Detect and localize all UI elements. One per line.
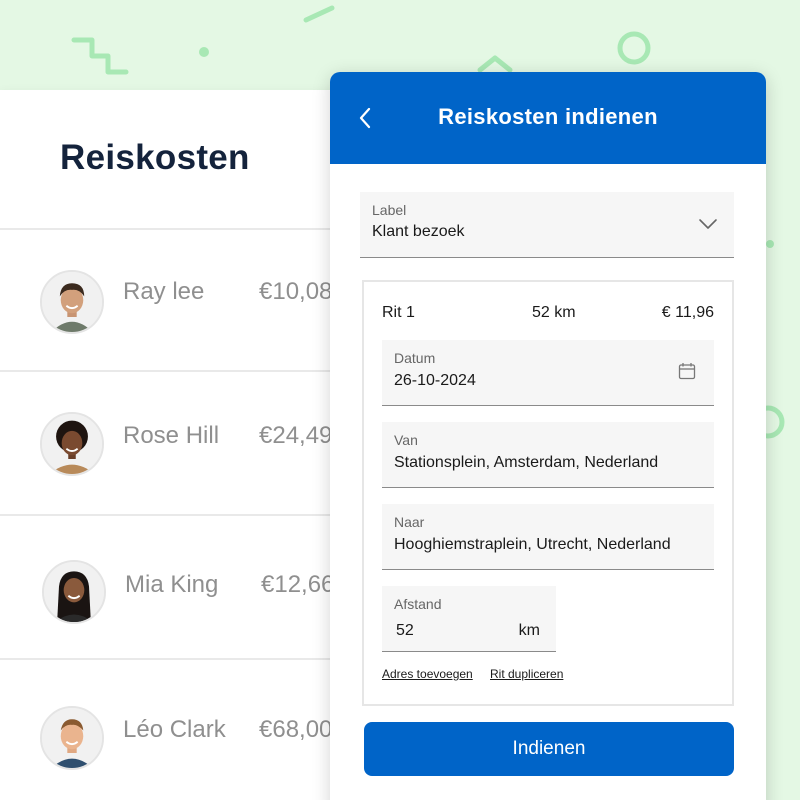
field-value: Hooghiemstraplein, Utrecht, Nederland	[394, 536, 671, 553]
expense-list-card: Reiskosten Ray lee €10,08 Rose Hill €24,…	[0, 90, 334, 800]
person-amount: €12,66	[261, 571, 334, 598]
panel-title: Reiskosten indienen	[438, 104, 658, 129]
from-address-field[interactable]: Van Stationsplein, Amsterdam, Nederland	[382, 422, 714, 488]
field-value: 52	[396, 622, 414, 639]
field-label: Datum	[394, 350, 436, 366]
field-label: Afstand	[394, 596, 442, 612]
add-address-link[interactable]: Adres toevoegen	[382, 667, 473, 681]
avatar	[40, 270, 104, 334]
field-label: Van	[394, 432, 418, 448]
distance-field[interactable]: Afstand 52 km	[382, 586, 556, 652]
list-item[interactable]: Mia King €12,66	[0, 516, 334, 636]
list-item[interactable]: Léo Clark €68,00	[0, 660, 334, 780]
avatar-man-short-hair-icon	[42, 708, 102, 768]
person-name: Ray lee	[123, 278, 205, 305]
field-value: Stationsplein, Amsterdam, Nederland	[394, 454, 659, 471]
avatar-woman-long-hair-icon	[44, 562, 104, 622]
calendar-icon[interactable]	[678, 362, 696, 380]
panel-header: Reiskosten indienen	[330, 72, 766, 164]
avatar-man-curly-hair-icon	[42, 272, 102, 332]
person-name: Léo Clark	[123, 716, 226, 743]
submit-expense-panel: Reiskosten indienen Label Klant bezoek R…	[330, 72, 766, 800]
trip-card: Rit 1 52 km € 11,96 Datum 26-10-2024 Van…	[362, 280, 734, 706]
date-field[interactable]: Datum 26-10-2024	[382, 340, 714, 406]
label-select[interactable]: Label Klant bezoek	[360, 192, 734, 258]
chevron-down-icon	[699, 219, 717, 229]
trip-distance: 52 km	[532, 304, 576, 321]
to-address-field[interactable]: Naar Hooghiemstraplein, Utrecht, Nederla…	[382, 504, 714, 570]
field-value: Klant bezoek	[372, 223, 465, 240]
person-amount: €24,49	[259, 422, 333, 449]
person-amount: €68,00	[259, 716, 333, 743]
submit-button[interactable]: Indienen	[364, 722, 734, 776]
avatar	[42, 560, 106, 624]
avatar	[40, 412, 104, 476]
distance-unit: km	[518, 622, 540, 639]
person-name: Mia King	[125, 571, 219, 598]
trip-amount: € 11,96	[661, 304, 714, 321]
avatar-woman-curly-hair-icon	[42, 414, 102, 474]
person-name: Rose Hill	[123, 422, 220, 449]
list-item[interactable]: Ray lee €10,08	[0, 230, 334, 350]
trip-name: Rit 1	[382, 304, 415, 321]
page-title: Reiskosten	[60, 138, 250, 177]
field-value: 26-10-2024	[394, 372, 476, 389]
avatar	[40, 706, 104, 770]
field-label: Label	[372, 202, 407, 218]
duplicate-trip-link[interactable]: Rit dupliceren	[490, 667, 563, 681]
list-item[interactable]: Rose Hill €24,49	[0, 372, 334, 492]
field-label: Naar	[394, 514, 425, 530]
person-amount: €10,08	[259, 278, 333, 305]
